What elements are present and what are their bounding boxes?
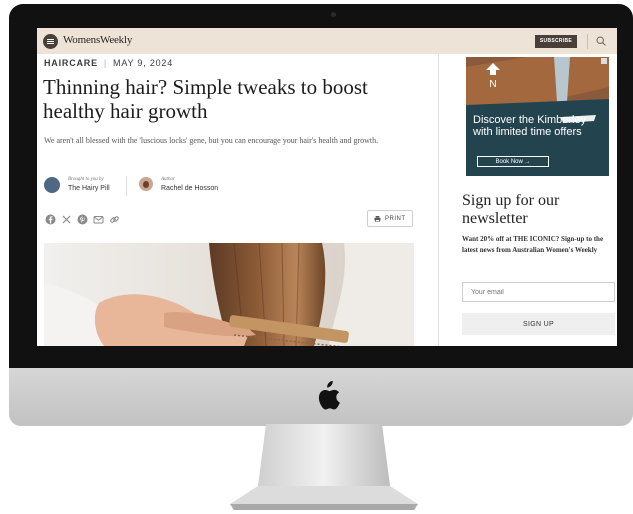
print-button[interactable]: PRINT	[367, 210, 413, 227]
ad-headline: Discover the Kimberley with limited time…	[473, 114, 587, 138]
imac-stand	[230, 424, 418, 510]
browser-screen: WomensWeekly SUBSCRIBE HAIRCARE | MAY 9, 2…	[37, 28, 617, 346]
article-standfirst: We aren't all blessed with the 'luscious…	[44, 136, 379, 145]
sponsor-prefix: Brought to you by	[68, 177, 104, 182]
sidebar-divider	[438, 54, 439, 346]
article-kicker: HAIRCARE | MAY 9, 2024	[44, 58, 173, 68]
facebook-icon[interactable]	[45, 212, 56, 225]
kicker-divider: |	[103, 58, 108, 68]
pinterest-icon[interactable]	[77, 212, 88, 225]
ad-close-icon[interactable]	[601, 58, 607, 64]
subscribe-button[interactable]: SUBSCRIBE	[535, 35, 577, 48]
site-header: WomensWeekly SUBSCRIBE	[37, 28, 617, 54]
apple-logo-icon	[318, 380, 340, 410]
search-icon[interactable]	[596, 36, 606, 46]
newsletter-title: Sign up for our newsletter	[462, 192, 560, 227]
email-field[interactable]	[462, 282, 615, 302]
byline-divider	[126, 176, 127, 196]
site-logo[interactable]: WomensWeekly	[63, 34, 132, 46]
email-icon[interactable]	[93, 212, 104, 224]
category-link[interactable]: HAIRCARE	[44, 58, 98, 68]
article-title: Thinning hair? Simple tweaks to boost he…	[43, 75, 368, 123]
hero-image	[44, 243, 414, 346]
publish-date: MAY 9, 2024	[113, 58, 174, 68]
sponsor-name[interactable]: The Hairy Pill	[68, 185, 110, 192]
sponsor-avatar	[44, 177, 60, 193]
print-label: PRINT	[385, 216, 406, 222]
brand-logo-icon: N	[486, 63, 500, 89]
sign-up-button[interactable]: SIGN UP	[462, 313, 615, 335]
byline: Brought to you by The Hairy Pill Author …	[44, 176, 304, 198]
newsletter-description: Want 20% off at THE ICONIC? Sign-up to t…	[462, 235, 604, 254]
svg-text:N: N	[489, 79, 496, 89]
camera-dot	[331, 12, 336, 17]
header-divider	[587, 34, 588, 49]
menu-icon[interactable]	[43, 34, 58, 49]
x-icon[interactable]	[61, 212, 72, 224]
author-prefix: Author	[161, 177, 175, 182]
print-icon	[374, 216, 381, 222]
author-avatar	[139, 177, 153, 191]
author-name[interactable]: Rachel de Hosson	[161, 185, 218, 192]
link-icon[interactable]	[109, 212, 120, 223]
advertisement-banner[interactable]: N Discover the Kimberley with limited ti…	[466, 57, 609, 176]
ad-book-now-button[interactable]: Book Now →	[477, 156, 549, 167]
